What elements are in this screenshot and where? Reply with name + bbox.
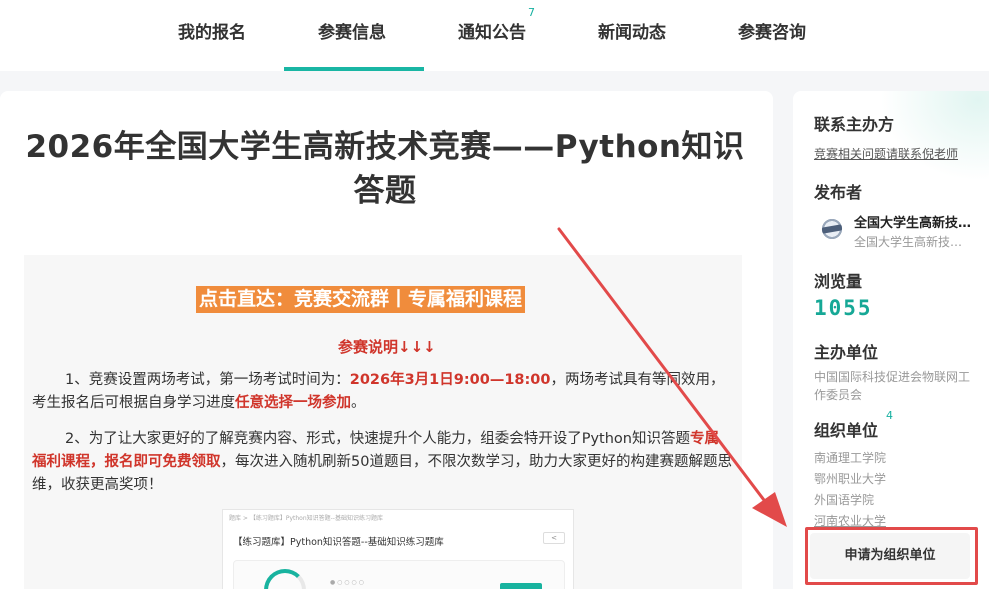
exam-time: 2026年3月1日9:00—18:00 <box>349 372 551 388</box>
preview-breadcrumb: 题库 > 【练习题库】Python知识答题--基础知识练习题库 <box>229 515 383 522</box>
preview-start-button <box>500 583 542 589</box>
organizer-item: 南通理工学院 <box>814 451 887 465</box>
exam-choice-highlight: 任意选择一场参加 <box>235 395 351 411</box>
publisher-name[interactable]: 全国大学生高新技术竞赛 <box>854 212 974 231</box>
preview-heading: 【练习题库】Python知识答题--基础知识练习题库 <box>233 537 444 548</box>
publisher-description: 全国大学生高新技术竞赛组委会 <box>854 235 974 249</box>
rules-paragraph-1: 1、竞赛设置两场考试，第一场考试时间为：2026年3月1日9:00—18:00，… <box>32 372 725 411</box>
notice-heading: 参赛说明↓↓↓ <box>338 338 436 356</box>
publisher-heading: 发布者 <box>814 183 863 202</box>
active-tab-indicator <box>284 67 424 71</box>
promo-link[interactable]: 点击直达：竞赛交流群丨专属福利课程 <box>196 286 526 313</box>
question-bank-preview-image: 题库 > 【练习题库】Python知识答题--基础知识练习题库 【练习题库】Py… <box>222 509 574 589</box>
views-heading: 浏览量 <box>814 272 863 291</box>
contact-heading: 联系主办方 <box>814 115 895 134</box>
preview-progress-ring <box>264 569 306 589</box>
host-heading: 主办单位 <box>814 343 879 362</box>
contact-organizer-link[interactable]: 竞赛相关问题请联系倪老师 <box>814 145 958 162</box>
organizer-item: 鄂州职业大学 <box>814 472 887 486</box>
top-nav: 我的报名 参赛信息 通知公告 7 新闻动态 参赛咨询 <box>0 0 989 71</box>
nav-tab-my-registration[interactable]: 我的报名 <box>178 0 246 71</box>
sidebar-decoration <box>880 91 989 181</box>
host-organization: 中国国际科技促进会物联网工作委员会 <box>814 370 971 402</box>
nav-tab-competition-info[interactable]: 参赛信息 <box>318 0 386 71</box>
publisher-logo[interactable] <box>814 216 850 242</box>
announcement-count-badge: 7 <box>528 6 535 19</box>
organizer-item: 外国语学院 <box>814 493 875 507</box>
preview-share-icon: < <box>543 532 565 544</box>
preview-card: ● ○ ○ ○ ○ <box>233 560 565 589</box>
view-count: 1055 <box>814 296 873 320</box>
annotation-highlight-box <box>805 527 978 585</box>
organizers-count-badge: 4 <box>886 409 893 422</box>
rules-paragraph-2: 2、为了让大家更好的了解竞赛内容、形式，快速提升个人能力，组委会特开设了Pyth… <box>32 431 732 493</box>
nav-tab-news[interactable]: 新闻动态 <box>598 0 666 71</box>
organizers-heading: 组织单位 <box>814 421 879 440</box>
preview-meta: ● ○ ○ ○ ○ <box>330 579 364 586</box>
nav-tab-announcements[interactable]: 通知公告 7 <box>458 0 535 71</box>
page-title: 2026年全国大学生高新技术竞赛——Python知识答题 <box>25 129 745 209</box>
nav-tab-consultation[interactable]: 参赛咨询 <box>738 0 806 71</box>
